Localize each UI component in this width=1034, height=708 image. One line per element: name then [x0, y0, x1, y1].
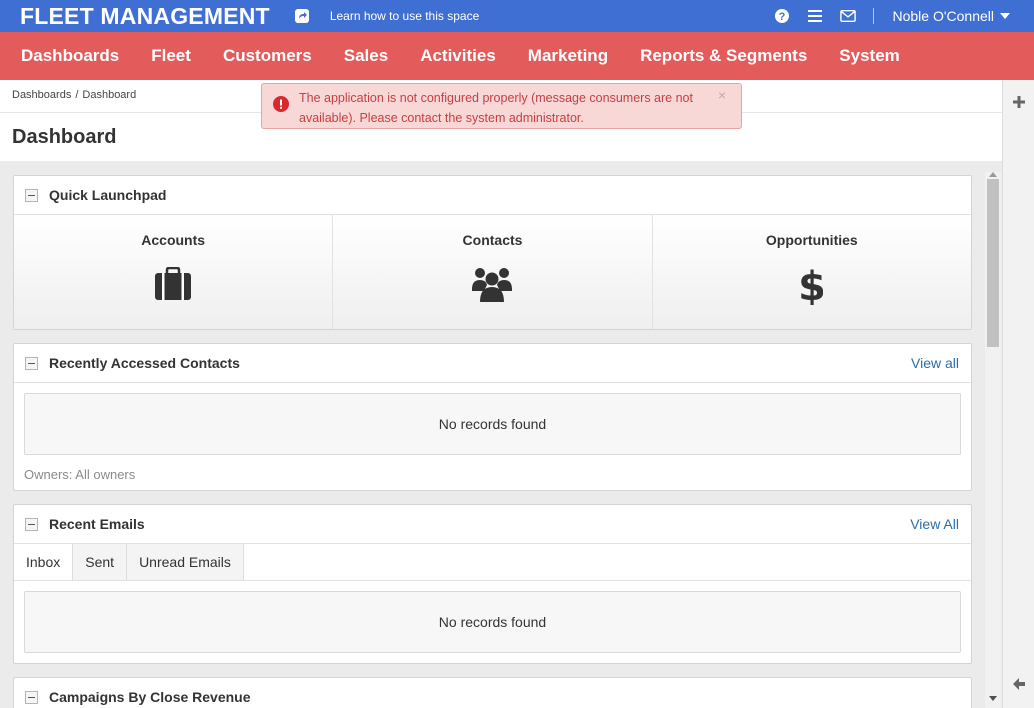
widget-title: Recently Accessed Contacts [49, 355, 240, 371]
menu-item-marketing[interactable]: Marketing [512, 32, 624, 80]
launchpad-item-contacts[interactable]: Contacts [333, 215, 653, 329]
tab-sent[interactable]: Sent [73, 544, 128, 580]
launchpad-label[interactable]: Accounts [14, 232, 332, 248]
launchpad-item-opportunities[interactable]: Opportunities $ [652, 215, 971, 329]
breadcrumb: Dashboards / Dashboard [12, 89, 136, 101]
top-right-tools: ? Noble O'Connell [757, 0, 1010, 32]
scrollbar-thumb[interactable] [987, 179, 999, 347]
alert-message: The application is not configured proper… [299, 91, 693, 125]
collapse-button[interactable] [25, 690, 38, 704]
error-alert: The application is not configured proper… [261, 83, 742, 129]
breadcrumb-item-dashboard: Dashboard [82, 89, 137, 101]
menu-item-sales[interactable]: Sales [328, 32, 404, 80]
widget-recent-contacts: Recently Accessed Contacts View all No r… [13, 343, 972, 491]
collapse-button[interactable] [25, 188, 38, 202]
add-widget-plus-icon[interactable] [1012, 95, 1026, 109]
main-menu: Dashboards Fleet Customers Sales Activit… [0, 32, 1034, 80]
page-title: Dashboard [12, 126, 117, 148]
menu-item-customers[interactable]: Customers [207, 32, 328, 80]
chevron-down-icon[interactable] [1000, 13, 1010, 19]
scrollbar[interactable] [985, 172, 1001, 708]
app-title[interactable]: FLEET MANAGEMENT [20, 3, 270, 30]
collapse-button[interactable] [25, 517, 38, 531]
close-icon[interactable]: × [718, 87, 726, 103]
tab-unread-emails[interactable]: Unread Emails [127, 544, 244, 580]
users-icon[interactable] [472, 267, 513, 308]
menu-icon[interactable] [807, 8, 823, 24]
launchpad-label[interactable]: Opportunities [653, 232, 971, 248]
scroll-up-arrow-icon[interactable] [989, 172, 997, 177]
error-icon [273, 96, 289, 112]
menu-item-fleet[interactable]: Fleet [135, 32, 207, 80]
menu-item-reports-segments[interactable]: Reports & Segments [624, 32, 823, 80]
learn-link[interactable]: Learn how to use this space [330, 9, 479, 23]
mail-icon[interactable] [840, 8, 857, 24]
toolbar-divider [873, 8, 875, 24]
help-icon[interactable]: ? [774, 8, 790, 24]
briefcase-icon[interactable] [154, 266, 192, 306]
top-bar: FLEET MANAGEMENT Learn how to use this s… [0, 0, 1034, 32]
empty-state: No records found [24, 393, 961, 455]
widget-header: Quick Launchpad [14, 176, 971, 215]
view-all-link[interactable]: View all [911, 355, 959, 371]
widget-header: Recently Accessed Contacts View all [14, 344, 971, 383]
collapse-button[interactable] [25, 356, 38, 370]
svg-text:?: ? [779, 11, 786, 23]
launchpad-row: Accounts Contacts Opportunities $ [14, 215, 971, 329]
widget-campaigns: Campaigns By Close Revenue [13, 677, 972, 708]
menu-item-system[interactable]: System [823, 32, 915, 80]
launchpad-label[interactable]: Contacts [333, 232, 651, 248]
widget-header: Campaigns By Close Revenue [14, 678, 971, 708]
view-all-link[interactable]: View All [910, 516, 959, 532]
share-icon[interactable] [294, 8, 310, 24]
owners-filter[interactable]: Owners: All owners [24, 467, 971, 482]
widget-header: Recent Emails View All [14, 505, 971, 544]
empty-state: No records found [24, 591, 961, 653]
menu-item-activities[interactable]: Activities [404, 32, 512, 80]
menu-item-dashboards[interactable]: Dashboards [5, 32, 135, 80]
svg-text:$: $ [801, 267, 823, 305]
widget-title: Quick Launchpad [49, 187, 167, 203]
arrow-left-icon[interactable] [1012, 677, 1026, 691]
scroll-down-arrow-icon[interactable] [989, 696, 997, 701]
user-menu[interactable]: Noble O'Connell [892, 8, 994, 24]
widget-recent-emails: Recent Emails View All Inbox Sent Unread… [13, 504, 972, 664]
widget-title: Recent Emails [49, 516, 145, 532]
right-sidebar [1002, 80, 1034, 708]
email-tabs: Inbox Sent Unread Emails [14, 544, 971, 581]
breadcrumb-separator: / [75, 89, 79, 101]
launchpad-item-accounts[interactable]: Accounts [14, 215, 334, 329]
dollar-icon[interactable]: $ [798, 264, 826, 310]
tab-inbox[interactable]: Inbox [14, 544, 74, 580]
widget-title: Campaigns By Close Revenue [49, 689, 251, 705]
breadcrumb-item-dashboards[interactable]: Dashboards [12, 89, 71, 101]
widget-quick-launchpad: Quick Launchpad Accounts Contacts Opport… [13, 175, 972, 330]
